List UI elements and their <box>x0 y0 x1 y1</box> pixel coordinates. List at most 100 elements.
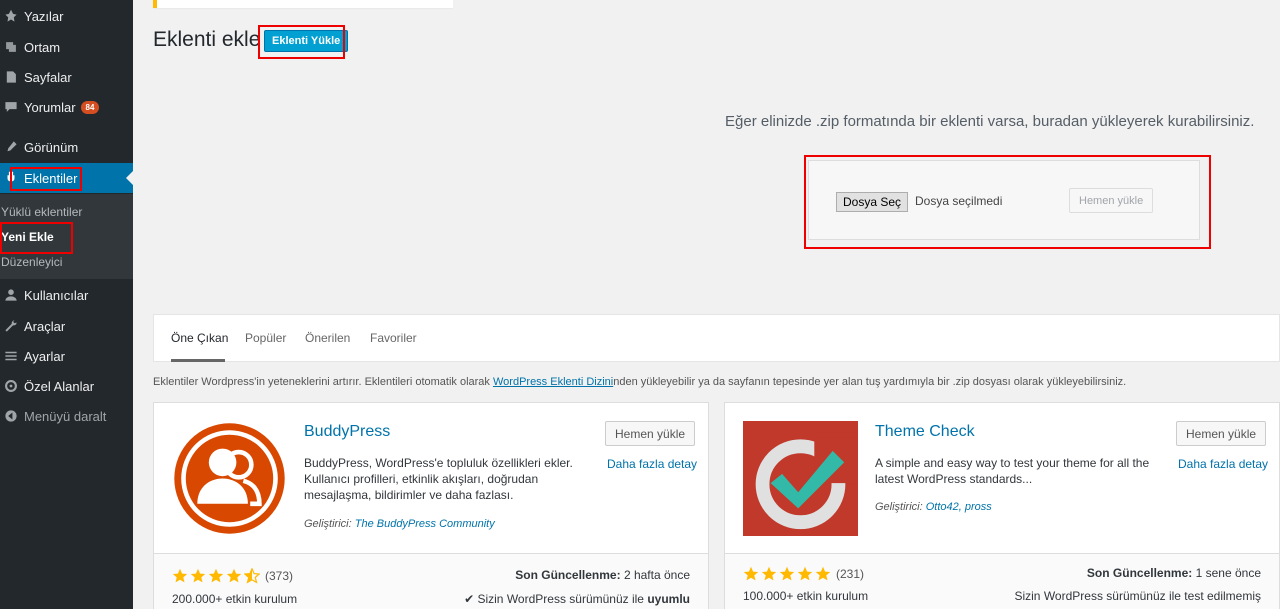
compat-text: Sizin WordPress sürümünüz ile <box>477 592 644 606</box>
choose-file-button[interactable]: Dosya Seç <box>836 192 909 212</box>
plugin-directory-link[interactable]: WordPress Eklenti Dizini <box>493 376 613 388</box>
menu-label: Yazılar <box>24 8 64 24</box>
more-details-link[interactable]: Daha fazla detay <box>1178 457 1268 471</box>
active-tab-indicator <box>171 359 225 362</box>
tools-icon <box>2 317 20 335</box>
plugin-name-link[interactable]: BuddyPress <box>304 423 390 441</box>
settings-icon <box>2 347 20 365</box>
menu-label: Özel Alanlar <box>24 378 95 394</box>
plugin-author: Geliştirici: The BuddyPress Community <box>304 518 495 530</box>
tab-featured[interactable]: Öne Çıkan <box>171 331 228 345</box>
menu-label: Görünüm <box>24 139 79 155</box>
menu-item-media[interactable]: Ortam <box>0 32 133 62</box>
menu-label: Eklentiler <box>24 170 78 186</box>
buddypress-logo-icon <box>174 423 285 534</box>
last-updated-label: Son Güncellenme: <box>1086 566 1193 580</box>
star-full-icon <box>226 568 242 584</box>
last-updated: Son Güncellenme: 1 sene önce <box>1087 566 1261 580</box>
admin-sidebar: Yazılar Ortam Sayfalar Yorumlar 84 Görün… <box>0 0 133 609</box>
menu-item-pages[interactable]: Sayfalar <box>0 62 133 92</box>
collapse-icon <box>2 407 20 425</box>
star-full-icon <box>779 566 795 582</box>
star-rating: (231) <box>743 566 864 582</box>
compat-bold: uyumlu <box>647 592 690 606</box>
plugin-description: A simple and easy way to test your theme… <box>875 456 1150 486</box>
users-icon <box>2 286 20 304</box>
install-now-button[interactable]: Hemen yükle <box>1176 421 1267 446</box>
check-icon: ✔ <box>464 592 475 606</box>
install-now-button: Hemen yükle <box>1069 188 1154 213</box>
star-full-icon <box>761 566 777 582</box>
plugins-icon <box>2 169 20 187</box>
menu-label: Araçlar <box>24 318 66 334</box>
star-rating: (373) <box>172 567 294 584</box>
menu-item-users[interactable]: Kullanıcılar <box>0 280 133 310</box>
star-half-icon <box>243 567 261 584</box>
plugin-card-buddypress: BuddyPress BuddyPress, WordPress'e toplu… <box>153 402 709 609</box>
compatibility: ✔ Sizin WordPress sürümünüz ile uyumlu <box>464 592 690 606</box>
compat-text: Sizin WordPress sürümünüz ile test edilm… <box>1014 589 1261 603</box>
tab-recommended[interactable]: Önerilen <box>305 331 350 345</box>
menu-item-tools[interactable]: Araçlar <box>0 311 133 341</box>
plugins-submenu: Yüklü eklentiler Yeni Ekle Düzenleyici <box>0 194 133 279</box>
active-arrow <box>126 171 133 185</box>
menu-label: Yorumlar <box>24 99 76 115</box>
comment-count-badge: 84 <box>80 100 100 114</box>
plugins-description: Eklentiler Wordpress'in yeteneklerini ar… <box>153 376 1126 388</box>
media-icon <box>2 38 20 56</box>
star-full-icon <box>743 566 759 582</box>
menu-item-comments[interactable]: Yorumlar 84 <box>0 92 133 122</box>
comments-icon <box>2 98 20 116</box>
upload-plugin-button[interactable]: Eklenti Yükle <box>264 30 349 52</box>
last-updated-label: Son Güncellenme: <box>515 568 621 582</box>
plugin-description: BuddyPress, WordPress'e topluluk özellik… <box>304 456 573 502</box>
submenu-add-new[interactable]: Yeni Ekle <box>1 230 54 244</box>
author-link[interactable]: The BuddyPress Community <box>355 518 495 530</box>
star-full-icon <box>815 566 831 582</box>
desc-text-after: nden yükleyebilir ya da sayfanın tepesin… <box>613 376 1127 388</box>
tab-favorites[interactable]: Favoriler <box>370 331 417 345</box>
plugin-name-link[interactable]: Theme Check <box>875 423 975 441</box>
upload-form: Dosya Seç Dosya seçilmedi Hemen yükle <box>808 160 1200 240</box>
plugin-author: Geliştirici: Otto42, pross <box>875 501 992 513</box>
menu-item-posts[interactable]: Yazılar <box>0 1 133 31</box>
rating-count: (373) <box>265 569 294 583</box>
star-full-icon <box>190 568 206 584</box>
install-now-button[interactable]: Hemen yükle <box>605 421 696 446</box>
last-updated-value: 1 sene önce <box>1195 566 1261 580</box>
custom-fields-icon <box>2 377 20 395</box>
menu-label: Ayarlar <box>24 348 65 364</box>
menu-item-plugins[interactable]: Eklentiler <box>0 163 133 193</box>
menu-item-custom-fields[interactable]: Özel Alanlar <box>0 371 133 401</box>
theme-check-logo-icon <box>743 421 858 536</box>
more-details-link[interactable]: Daha fazla detay <box>607 457 697 471</box>
author-label: Geliştirici: <box>304 518 352 530</box>
author-label: Geliştirici: <box>875 501 923 513</box>
upload-help-text: Eğer elinizde .zip formatında bir eklent… <box>725 113 1255 130</box>
plugin-card-footer: (231) 100.000+ etkin kurulum Son Güncell… <box>725 553 1279 609</box>
author-link[interactable]: Otto42, pross <box>926 501 992 513</box>
last-updated-value: 2 hafta önce <box>623 568 690 582</box>
pin-icon <box>2 7 20 25</box>
menu-item-settings[interactable]: Ayarlar <box>0 341 133 371</box>
active-installs: 200.000+ etkin kurulum <box>172 592 298 606</box>
active-installs: 100.000+ etkin kurulum <box>743 589 869 603</box>
menu-label: Menüyü daralt <box>24 408 107 424</box>
plugin-card-footer: (373) 200.000+ etkin kurulum Son Güncell… <box>154 553 708 609</box>
appearance-icon <box>2 138 20 156</box>
no-file-chosen-text: Dosya seçilmedi <box>915 194 1003 208</box>
menu-label: Kullanıcılar <box>24 287 89 303</box>
tab-popular[interactable]: Popüler <box>245 331 286 345</box>
menu-item-appearance[interactable]: Görünüm <box>0 132 133 162</box>
page-title: Eklenti ekle <box>153 28 261 51</box>
desc-text-before: Eklentiler Wordpress'in yeteneklerini ar… <box>153 376 493 388</box>
star-full-icon <box>172 568 188 584</box>
plugin-card-theme-check: Theme Check A simple and easy way to tes… <box>724 402 1280 609</box>
submenu-editor[interactable]: Düzenleyici <box>1 255 62 269</box>
pages-icon <box>2 68 20 86</box>
star-full-icon <box>797 566 813 582</box>
collapse-menu-button[interactable]: Menüyü daralt <box>0 401 133 431</box>
compatibility: Sizin WordPress sürümünüz ile test edilm… <box>1014 589 1261 603</box>
submenu-installed-plugins[interactable]: Yüklü eklentiler <box>1 205 82 219</box>
last-updated: Son Güncellenme: 2 hafta önce <box>515 568 690 582</box>
